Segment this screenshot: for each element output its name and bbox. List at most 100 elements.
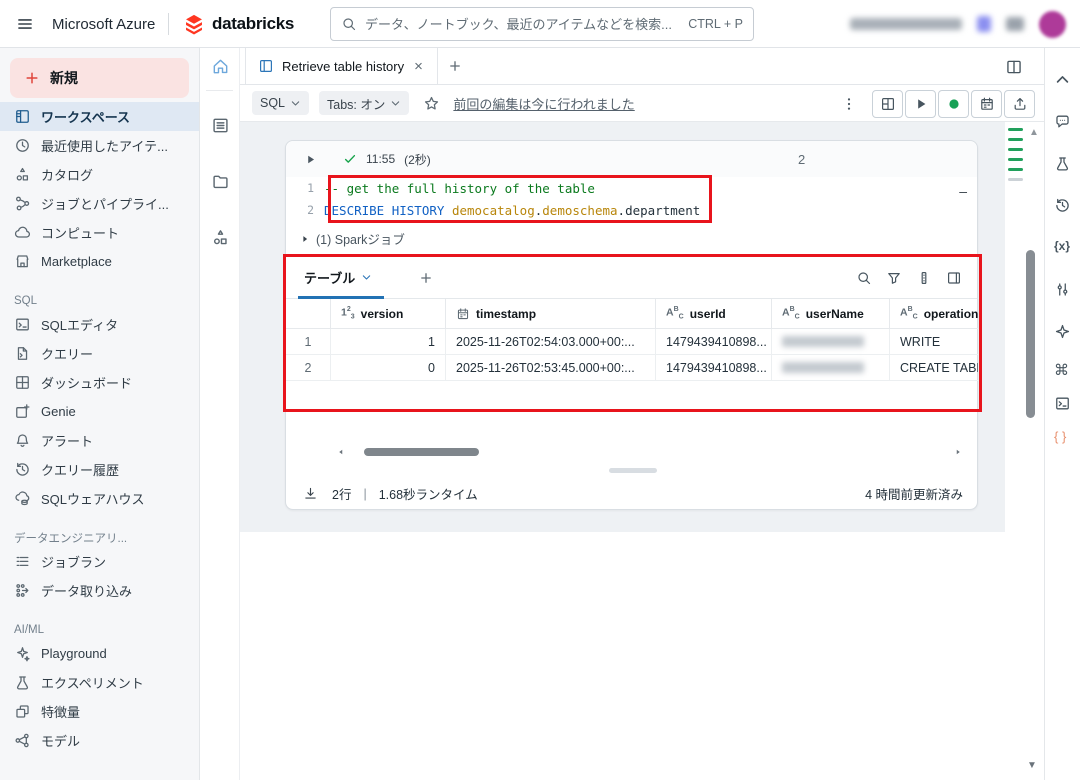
sidebar-item-jobs-pipelines[interactable]: ジョブとパイプライ... — [0, 189, 199, 218]
sidebar-item-playground[interactable]: Playground — [0, 639, 199, 668]
search-icon — [341, 16, 357, 32]
sidebar-item-alerts[interactable]: アラート — [0, 426, 199, 455]
calendar-icon — [979, 96, 995, 112]
strip-item-folder[interactable] — [200, 163, 240, 199]
sidebar-item-features[interactable]: 特徴量 — [0, 697, 199, 726]
hscroll-track[interactable] — [352, 448, 947, 456]
sidebar-item-label: クエリー — [41, 344, 93, 363]
favorite-button[interactable] — [419, 91, 443, 115]
code-editor[interactable]: 1-- get the full history of the table2DE… — [286, 177, 977, 223]
toolbar-schedule-button[interactable] — [971, 90, 1002, 118]
more-options-button[interactable] — [838, 91, 860, 117]
rail-environment-sliders-button[interactable] — [1050, 276, 1076, 302]
sidebar-item-workspace[interactable]: ワークスペース — [0, 102, 199, 131]
terminal-icon — [1054, 395, 1071, 412]
tabs-toggle-label: Tabs: オン — [327, 94, 385, 113]
sidebar-item-queries[interactable]: クエリー — [0, 339, 199, 368]
sidebar-item-query-history[interactable]: クエリー履歴 — [0, 455, 199, 484]
rail-experiments-flask-button[interactable] — [1050, 150, 1076, 176]
sidebar-item-catalog[interactable]: カタログ — [0, 160, 199, 189]
vertical-scrollbar-thumb[interactable] — [1026, 250, 1035, 418]
scroll-up-arrow[interactable]: ▲ — [1029, 127, 1039, 138]
language-selector[interactable]: SQL — [252, 91, 309, 115]
tab-retrieve-table-history[interactable]: Retrieve table history × — [245, 48, 438, 84]
redacted-username — [782, 336, 864, 347]
databricks-logo[interactable]: databricks — [183, 0, 294, 48]
catalog-icon — [14, 166, 31, 183]
job-runs-icon — [14, 553, 31, 570]
sidebar-item-data-ingestion[interactable]: データ取り込み — [0, 576, 199, 605]
split-panel-icon — [1005, 58, 1023, 76]
global-search[interactable]: CTRL + P — [330, 7, 754, 41]
rail-terminal-button[interactable] — [1050, 390, 1076, 416]
sidebar-item-models[interactable]: モデル — [0, 726, 199, 755]
sidebar-item-experiments[interactable]: エクスペリメント — [0, 668, 199, 697]
rail-comment-button[interactable] — [1050, 108, 1076, 134]
results-tab-table[interactable]: テーブル — [286, 257, 390, 298]
run-cell-button[interactable] — [300, 149, 320, 169]
results-panel-button[interactable] — [941, 265, 967, 291]
hamburger-menu-button[interactable] — [12, 0, 38, 48]
avatar[interactable] — [1039, 11, 1066, 38]
notebook-minimap[interactable] — [1008, 128, 1024, 188]
rail-assistant-sparkle-button[interactable] — [1050, 318, 1076, 344]
scroll-left-arrow[interactable] — [334, 448, 348, 456]
chevron-down-icon — [290, 98, 301, 109]
rail-chevron-up-button[interactable] — [1050, 66, 1076, 92]
horizontal-scrollbar[interactable] — [286, 445, 977, 459]
toolbar-cluster-status-button[interactable] — [938, 90, 969, 118]
sidebar-item-job-runs[interactable]: ジョブラン — [0, 547, 199, 576]
strip-item-home[interactable] — [200, 48, 240, 84]
sidebar-item-sql-warehouses[interactable]: SQLウェアハウス — [0, 484, 199, 513]
sidebar-item-marketplace[interactable]: Marketplace — [0, 247, 199, 276]
rail-variables-button[interactable]: {x} — [1050, 234, 1076, 260]
search-icon — [856, 270, 872, 286]
sidebar-item-sql-editor[interactable]: SQLエディタ — [0, 310, 199, 339]
column-header-timestamp[interactable]: timestamp — [446, 299, 656, 329]
strip-item-catalog[interactable] — [200, 219, 240, 255]
topbar-blurred-icon-2[interactable] — [1006, 17, 1024, 31]
download-icon — [303, 486, 318, 501]
tab-close-icon[interactable]: × — [412, 58, 425, 75]
topbar-blurred-icon-1[interactable] — [977, 16, 991, 32]
download-button[interactable] — [300, 484, 320, 504]
assistant-sparkle-icon — [1054, 323, 1071, 340]
new-button[interactable]: 新規 — [10, 58, 189, 98]
new-tab-button[interactable] — [438, 48, 472, 84]
results-search-button[interactable] — [851, 265, 877, 291]
sidebar-item-recents[interactable]: 最近使用したアイテ... — [0, 131, 199, 160]
sidebar-item-compute[interactable]: コンピュート — [0, 218, 199, 247]
workspace-icon — [14, 108, 31, 125]
rail-command-button[interactable]: ⌘ — [1050, 356, 1076, 382]
scroll-down-arrow[interactable]: ▼ — [1027, 760, 1037, 771]
column-header-userName[interactable]: ABCuserName — [772, 299, 890, 329]
recents-clock-icon — [14, 137, 31, 154]
toolbar-share-button[interactable] — [1004, 90, 1035, 118]
sidebar-item-genie[interactable]: Genie — [0, 397, 199, 426]
hscroll-thumb[interactable] — [364, 448, 479, 456]
scroll-right-arrow[interactable] — [951, 448, 965, 456]
results-columns-button[interactable] — [911, 265, 937, 291]
column-header-version[interactable]: 123version — [331, 299, 446, 329]
tab-label: Retrieve table history — [282, 59, 404, 74]
add-visualization-button[interactable] — [408, 257, 444, 298]
cell-version: 0 — [331, 355, 446, 381]
table-row[interactable]: 112025-11-26T02:54:03.000+00:...14794394… — [286, 329, 977, 355]
toolbar-run-all-button[interactable] — [905, 90, 936, 118]
spark-jobs-toggle[interactable]: (1) Sparkジョブ — [300, 229, 405, 248]
workspace-name-blurred[interactable] — [850, 18, 962, 30]
strip-item-contents[interactable] — [200, 107, 240, 143]
column-header-operation[interactable]: ABCoperation — [890, 299, 979, 329]
column-header-userId[interactable]: ABCuserId — [656, 299, 772, 329]
sidebar-item-dashboards[interactable]: ダッシュボード — [0, 368, 199, 397]
rail-query-history-button[interactable] — [1050, 192, 1076, 218]
tabs-toggle[interactable]: Tabs: オン — [319, 91, 409, 115]
split-view-button[interactable] — [1002, 55, 1026, 79]
results-filter-button[interactable] — [881, 265, 907, 291]
toolbar-layout-button[interactable] — [872, 90, 903, 118]
last-edit-link[interactable]: 前回の編集は今に行われました — [453, 94, 634, 113]
search-input[interactable] — [365, 17, 680, 32]
results-resize-handle[interactable] — [609, 468, 657, 473]
table-row[interactable]: 202025-11-26T02:53:45.000+00:...14794394… — [286, 355, 977, 381]
rail-braces-button[interactable]: { } — [1050, 424, 1076, 450]
